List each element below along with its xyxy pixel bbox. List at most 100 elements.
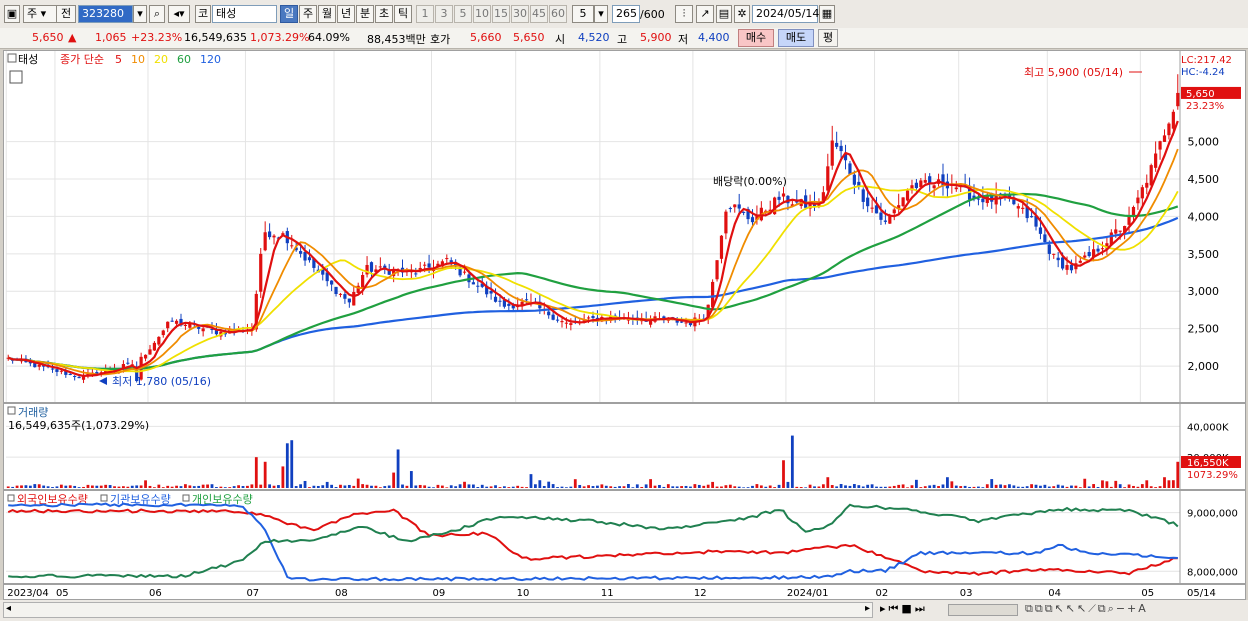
volume-bar [821, 484, 825, 488]
candle-body [471, 282, 475, 285]
institution-holdings-line [8, 502, 1178, 582]
zoom-slider[interactable] [948, 604, 1018, 616]
indicator-icon[interactable]: ⫶ [675, 5, 693, 23]
minute-5-button[interactable]: 30 [511, 5, 529, 23]
chart-tool-icons[interactable]: ⧉⧉⧉↖↖↖⟋⧉⌕−+A [1025, 602, 1148, 616]
volume-bar [396, 449, 400, 488]
volume-bar [892, 485, 896, 488]
calendar-icon[interactable]: ▦ [819, 5, 835, 23]
stock-name-tag: 태성 [18, 53, 38, 66]
price-tick-label: 2,500 [1188, 323, 1220, 336]
candle-body [174, 320, 179, 324]
volume-bar [534, 484, 537, 488]
candle-body [1154, 153, 1158, 168]
minute-0-button[interactable]: 1 [416, 5, 434, 23]
minute-3-button[interactable]: 10 [473, 5, 491, 23]
period-4-button[interactable]: 분 [356, 5, 374, 23]
volume-bar [139, 485, 143, 488]
volume-bar [126, 486, 130, 488]
holdings-tick-label: 8,000,000 [1187, 567, 1238, 578]
minute-2-button[interactable]: 5 [454, 5, 472, 23]
period-6-button[interactable]: 틱 [394, 5, 412, 23]
x-tick-label: 03 [960, 588, 973, 599]
x-tick-label: 2024/01 [787, 588, 829, 599]
gear-icon[interactable]: ✲ [734, 5, 750, 23]
volume-bar [192, 486, 196, 488]
speaker-icon[interactable]: ◂▾ [168, 5, 190, 23]
volume-bar [387, 485, 391, 488]
period-0-button[interactable]: 일 [280, 5, 298, 23]
price-tick-label: 4,500 [1188, 173, 1220, 186]
ma-legend-5: 5 [115, 53, 122, 66]
volume-bar [1096, 487, 1100, 488]
candle-body [507, 303, 511, 306]
minute-4-button[interactable]: 15 [492, 5, 510, 23]
buy-button[interactable]: 매수 [738, 29, 774, 47]
holdings-chart[interactable]: 8,000,0009,000,000외국인보유수량 기관보유수량 개인보유수량 [4, 491, 1245, 583]
sell-button[interactable]: 매도 [778, 29, 814, 47]
volume-bar [866, 484, 870, 488]
code-dropdown-icon[interactable]: ▾ [133, 5, 147, 23]
open-label: 시 [555, 33, 566, 46]
volume-bar [671, 486, 675, 488]
eval-button[interactable]: 평 [818, 29, 838, 47]
period-2-button[interactable]: 월 [318, 5, 336, 23]
minute-6-button[interactable]: 45 [530, 5, 548, 23]
volume-bar [954, 485, 958, 488]
price-chart[interactable]: 2,000 2,500 3,000 3,500 4,000 4,500 5,000 태성 종가 … [4, 51, 1245, 402]
volume-bar [755, 484, 759, 488]
tools-icon[interactable]: ↗ [696, 5, 714, 23]
playback-controls[interactable]: ▸⏮■⏭ [880, 602, 928, 616]
volume-bar [144, 480, 147, 488]
minute-1-button[interactable]: 3 [435, 5, 453, 23]
candle-body [1149, 165, 1153, 186]
volume-bar [715, 486, 719, 488]
x-tick-label: 10 [517, 588, 530, 599]
volume-bar [153, 487, 156, 488]
volume-bar [1083, 478, 1087, 488]
count-input[interactable]: 265 [612, 5, 640, 23]
holdings-legend-box [182, 494, 190, 502]
ma-legend-label: 종가 단순 [60, 53, 104, 66]
volume-chart[interactable]: 20,000K40,000K거래량16,549,635주(1,073.29%)1… [4, 404, 1245, 489]
volume-bar [1140, 484, 1144, 488]
count-select[interactable]: 5 [572, 5, 594, 23]
search-icon[interactable]: ⌕ [149, 5, 165, 23]
date-input[interactable]: 2024/05/14 [752, 5, 819, 23]
period-1-button[interactable]: 주 [299, 5, 317, 23]
count-select-arrow-icon[interactable]: ▾ [594, 5, 608, 23]
minute-7-button[interactable]: 60 [549, 5, 567, 23]
stock-name-field[interactable]: 태성 [212, 5, 277, 23]
save-icon[interactable]: ▤ [716, 5, 732, 23]
volume-bar [538, 480, 542, 488]
prev-button[interactable]: 전 [56, 5, 76, 23]
price-tick-label: 3,500 [1188, 248, 1220, 261]
scroll-right-icon[interactable]: ▸ [865, 603, 870, 614]
window-menu-icon[interactable]: ▣ [4, 5, 20, 23]
volume-bar [1052, 486, 1056, 488]
period-3-button[interactable]: 년 [337, 5, 355, 23]
open-price: 4,520 [578, 31, 610, 44]
stock-code-input[interactable]: 323280 [78, 5, 133, 23]
candle-body [1114, 229, 1118, 234]
volume-bar [277, 485, 280, 488]
candle-body [719, 235, 724, 259]
scroll-left-icon[interactable]: ◂ [6, 603, 11, 614]
volume-bar [587, 485, 590, 488]
candle-body [166, 321, 170, 329]
candle-body [445, 258, 449, 260]
volume-bar [830, 485, 834, 488]
period-5-button[interactable]: 초 [375, 5, 393, 23]
last-pct-tag: 23.23% [1186, 101, 1224, 112]
horizontal-scrollbar[interactable]: ◂ ▸ [3, 602, 873, 618]
volume-bar [99, 485, 103, 488]
candle-body [1127, 216, 1131, 225]
volume-bar [720, 486, 723, 488]
volume: 16,549,635 [184, 31, 247, 44]
volume-bar [742, 487, 746, 488]
dividend-annotation: 배당락(0.00%) [713, 175, 787, 188]
volume-title: 거래량 [18, 406, 48, 419]
ma-legend-10: 10 [131, 53, 145, 66]
volume-bar [972, 486, 976, 488]
volume-bar [312, 485, 316, 488]
